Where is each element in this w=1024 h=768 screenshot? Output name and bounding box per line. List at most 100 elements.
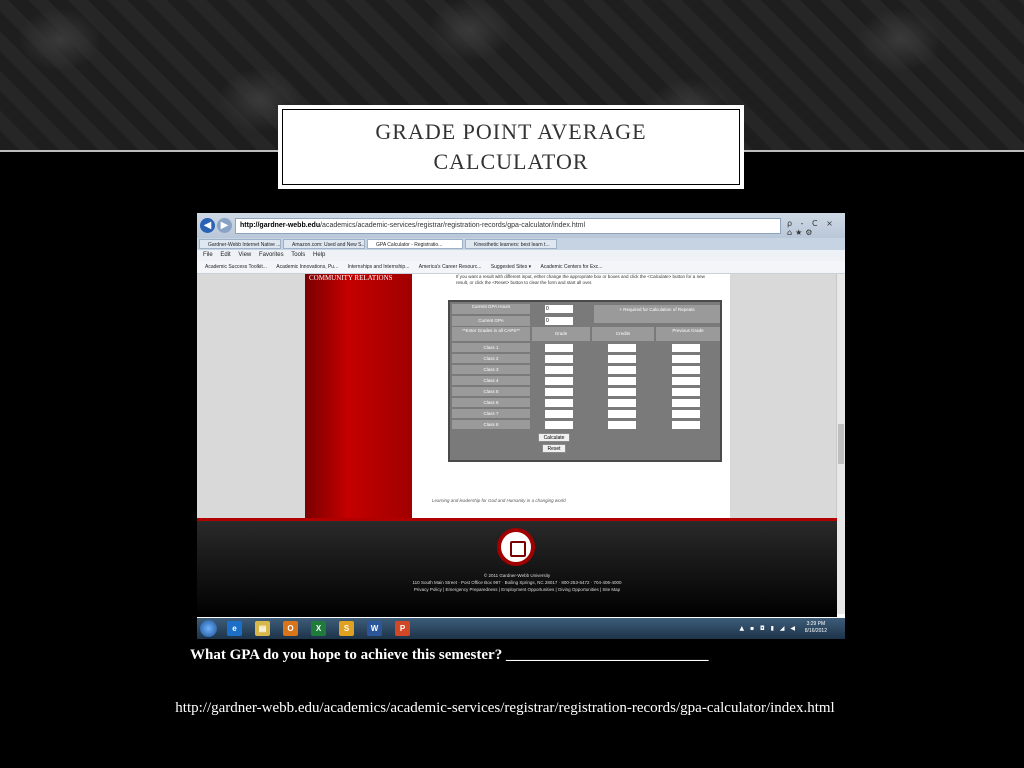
slide-title-box: GRADE POINT AVERAGE CALCULATOR (278, 105, 744, 189)
system-tray-icons[interactable]: ▲ ▪ ◘ ▮ ◢ ◀ (740, 625, 798, 632)
current-gpa-hours-input[interactable]: 0 (545, 305, 573, 313)
windows-taskbar: e ▤ O X S W P ▲ ▪ ◘ ▮ ◢ ◀ 3:29 PM 8/16/2… (197, 618, 845, 639)
calculate-button[interactable]: Calculate (538, 433, 570, 442)
credits-input[interactable] (608, 399, 636, 407)
grade-input[interactable] (545, 377, 573, 385)
footer-address: 110 South Main Street · Post Office Box … (412, 580, 622, 585)
slide-title: GRADE POINT AVERAGE CALCULATOR (375, 119, 647, 174)
credits-input[interactable] (608, 421, 636, 429)
footer-links[interactable]: Privacy Policy | Emergency Preparedness … (197, 587, 837, 592)
folder-icon[interactable]: ▤ (255, 621, 270, 636)
fav-academic-innovations[interactable]: Academic Innovations, Pu... (276, 264, 338, 270)
browser-menubar: File Edit View Favorites Tools Help (197, 250, 845, 261)
enter-grades-label: **Enter Grades in all CAPS** (452, 327, 530, 341)
search-tools[interactable]: ρ - C × (787, 219, 836, 228)
current-gpa-label: Current GPA (452, 316, 530, 326)
grade-input[interactable] (545, 344, 573, 352)
class-row-label: Class 2 (452, 354, 530, 363)
intro-text: If you want a result with different inpu… (456, 274, 705, 285)
grade-input[interactable] (545, 410, 573, 418)
fav-suggested-sites[interactable]: Suggested Sites ▾ (491, 264, 531, 270)
page-footer: © 2011 Gardner-Webb University 110 South… (197, 518, 837, 617)
menu-tools[interactable]: Tools (291, 252, 305, 258)
class-row-label: Class 6 (452, 398, 530, 407)
fav-academic-centers[interactable]: Academic Centers for Exc... (541, 264, 603, 270)
gpa-question: What GPA do you hope to achieve this sem… (190, 647, 709, 663)
credits-input[interactable] (608, 410, 636, 418)
word-icon[interactable]: W (367, 621, 382, 636)
browser-tabs: Gardner-Webb Internet Native ... Amazon.… (197, 238, 845, 250)
grade-input[interactable] (545, 399, 573, 407)
star-icon[interactable]: ★ (795, 228, 805, 237)
credits-column-header: Credits (592, 327, 654, 341)
previous-grade-input[interactable] (672, 377, 700, 385)
class-row-label: Class 7 (452, 409, 530, 418)
address-input[interactable]: http://gardner-webb.edu/academics/academ… (235, 218, 781, 234)
tab-amazon[interactable]: Amazon.com: Used and New S... (283, 239, 365, 249)
grade-input[interactable] (545, 355, 573, 363)
grade-input[interactable] (545, 388, 573, 396)
sidebar-heading[interactable]: COMMUNITY RELATIONS (309, 274, 393, 282)
previous-grade-input[interactable] (672, 388, 700, 396)
previous-grade-input[interactable] (672, 421, 700, 429)
powerpoint-icon[interactable]: P (395, 621, 410, 636)
tab-kinesthetic[interactable]: Kinesthetic learners: best learn t... (465, 239, 557, 249)
clock-date: 8/16/2012 (804, 628, 827, 634)
fav-academic-success[interactable]: Academic Success Toolkit... (205, 264, 267, 270)
back-icon[interactable]: ◀ (200, 218, 215, 233)
previous-grade-column-header: Previous Grade (656, 327, 720, 341)
address-host: http://gardner-webb.edu (240, 222, 321, 229)
previous-grade-input[interactable] (672, 366, 700, 374)
favorites-bar: Academic Success Toolkit... Academic Inn… (197, 261, 845, 274)
clock-time: 3:29 PM (806, 621, 826, 627)
internet-explorer-icon[interactable]: e (227, 621, 242, 636)
credits-input[interactable] (608, 355, 636, 363)
previous-grade-input[interactable] (672, 399, 700, 407)
menu-view[interactable]: View (238, 252, 251, 258)
browser-address-bar: ◀ ▶ http://gardner-webb.edu/academics/ac… (197, 213, 845, 238)
browser-screenshot: ◀ ▶ http://gardner-webb.edu/academics/ac… (197, 213, 845, 639)
previous-grade-input[interactable] (672, 344, 700, 352)
stickies-icon[interactable]: S (339, 621, 354, 636)
class-row-label: Class 8 (452, 420, 530, 429)
grade-input[interactable] (545, 366, 573, 374)
previous-grade-input[interactable] (672, 355, 700, 363)
class-row-label: Class 1 (452, 343, 530, 352)
calculator-url[interactable]: http://gardner-webb.edu/academics/academ… (0, 700, 1010, 717)
scrollbar-thumb[interactable] (838, 424, 844, 464)
credits-input[interactable] (608, 377, 636, 385)
taskbar-clock[interactable]: 3:29 PM 8/16/2012 (805, 621, 827, 635)
menu-edit[interactable]: Edit (220, 252, 230, 258)
credits-input[interactable] (608, 366, 636, 374)
menu-file[interactable]: File (203, 252, 213, 258)
current-gpa-input[interactable]: 0 (545, 317, 573, 325)
class-row-label: Class 5 (452, 387, 530, 396)
page-content: If you want a result with different inpu… (412, 274, 730, 518)
class-row-label: Class 4 (452, 376, 530, 385)
web-page: COMMUNITY RELATIONS If you want a result… (197, 274, 837, 518)
gear-icon[interactable]: ⚙ (805, 228, 815, 237)
address-tools: ρ - C × ⌂★⚙ (787, 219, 845, 237)
class-row-label: Class 3 (452, 365, 530, 374)
page-scrollbar[interactable] (836, 274, 845, 614)
fav-career-resources[interactable]: America's Career Resourc... (419, 264, 482, 270)
home-icon[interactable]: ⌂ (787, 228, 795, 237)
credits-input[interactable] (608, 344, 636, 352)
menu-favorites[interactable]: Favorites (259, 252, 284, 258)
credits-input[interactable] (608, 388, 636, 396)
excel-icon[interactable]: X (311, 621, 326, 636)
tab-gpa-calculator[interactable]: GPA Calculator - Registratio... (367, 239, 463, 249)
forward-icon[interactable]: ▶ (217, 218, 232, 233)
grade-input[interactable] (545, 421, 573, 429)
reset-button[interactable]: Reset (542, 444, 566, 453)
grade-column-header: Grade (532, 327, 590, 341)
current-gpa-hours-label: Current GPA Hours (452, 304, 530, 314)
menu-help[interactable]: Help (313, 252, 325, 258)
university-motto: Learning and leadership for God and Huma… (432, 498, 566, 503)
start-button[interactable] (200, 620, 217, 637)
university-seal-logo (497, 528, 535, 566)
outlook-icon[interactable]: O (283, 621, 298, 636)
previous-grade-input[interactable] (672, 410, 700, 418)
fav-internships[interactable]: Internships and Internship... (348, 264, 410, 270)
tab-gardner-webb[interactable]: Gardner-Webb Internet Native ... (199, 239, 281, 249)
